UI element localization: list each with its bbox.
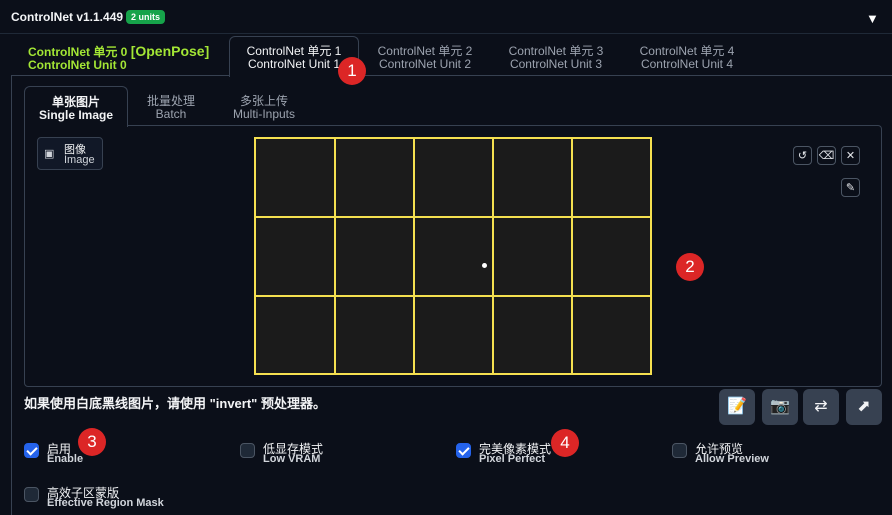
image-label-en: Image — [64, 154, 95, 166]
tab-unit-3-label-en: ControlNet Unit 3 — [509, 57, 603, 71]
units-badge: 2 units — [126, 10, 166, 24]
tab-batch-label-en: Batch — [155, 107, 187, 121]
marker-3: 3 — [78, 428, 106, 456]
low-vram-label-en: Low VRAM — [263, 453, 321, 465]
tab-unit-0[interactable]: ControlNet 单元 0 [OpenPose] ControlNet Un… — [16, 36, 222, 76]
enable-label-en: Enable — [47, 453, 84, 465]
tab-unit-2[interactable]: ControlNet 单元 2 ControlNet Unit 2 — [366, 36, 484, 76]
marker-1: 1 — [338, 57, 366, 85]
effective-region-mask-label-en: Effective Region Mask — [47, 497, 164, 509]
tab-unit-0-model: [OpenPose] — [130, 43, 210, 59]
enable-checkbox-box[interactable] — [24, 443, 39, 458]
accordion-title[interactable]: ControlNet v1.1.449 — [11, 10, 123, 24]
pixel-perfect-label-en: Pixel Perfect — [479, 453, 546, 465]
brush-button[interactable]: ✎ — [841, 178, 860, 197]
tab-unit-3[interactable]: ControlNet 单元 3 ControlNet Unit 3 — [497, 36, 615, 76]
camera-icon: 📷 — [770, 398, 790, 415]
low-vram-checkbox-box[interactable] — [240, 443, 255, 458]
pixel-perfect-checkbox-box[interactable] — [456, 443, 471, 458]
grid-line — [571, 139, 573, 373]
tab-single-image-label-en: Single Image — [38, 108, 114, 122]
marker-4: 4 — [551, 429, 579, 457]
erase-button[interactable]: ⌫ — [817, 146, 836, 165]
pose-keypoint — [482, 263, 487, 268]
triangle-down-icon[interactable]: ▼ — [866, 11, 879, 26]
effective-region-mask-checkbox-box[interactable] — [24, 487, 39, 502]
allow-preview-checkbox-box[interactable] — [672, 443, 687, 458]
image-label: ▣ 图像 Image — [37, 137, 103, 170]
tab-single-image[interactable]: 单张图片 Single Image — [24, 86, 128, 127]
grid-line — [256, 216, 650, 218]
tab-multi-inputs[interactable]: 多张上传 Multi-Inputs — [218, 86, 310, 126]
edit-icon: 📝 — [727, 398, 747, 415]
mirror-webcam-button[interactable]: ⇄ — [803, 389, 839, 425]
clear-image-button[interactable]: ✕ — [841, 146, 860, 165]
image-icon: ▣ — [44, 148, 55, 160]
tab-unit-2-label-en: ControlNet Unit 2 — [378, 57, 472, 71]
invert-hint: 如果使用白底黑线图片，请使用 "invert" 预处理器。 — [24, 396, 326, 411]
eraser-icon: ⌫ — [818, 150, 835, 162]
tab-unit-0-label: ControlNet 单元 0 — [28, 45, 128, 59]
send-dimensions-icon: ⬈ — [857, 398, 871, 415]
tab-unit-4-label-en: ControlNet Unit 4 — [640, 57, 734, 71]
brush-icon: ✎ — [845, 182, 856, 194]
header-divider — [0, 33, 892, 34]
undo-button[interactable]: ↺ — [793, 146, 812, 165]
marker-2: 2 — [676, 253, 704, 281]
tab-multi-inputs-label-en: Multi-Inputs — [232, 107, 296, 121]
tab-unit-4[interactable]: ControlNet 单元 4 ControlNet Unit 4 — [628, 36, 746, 76]
send-dimensions-button[interactable]: ⬈ — [846, 389, 882, 425]
grid-line — [334, 139, 336, 373]
tab-batch[interactable]: 批量处理 Batch — [136, 86, 206, 126]
webcam-button[interactable]: 📷 — [762, 389, 798, 425]
pose-canvas[interactable] — [254, 137, 652, 375]
edit-button[interactable]: 📝 — [719, 389, 755, 425]
grid-line — [413, 139, 415, 373]
close-icon: ✕ — [845, 150, 856, 162]
undo-icon: ↺ — [797, 150, 808, 162]
allow-preview-label-en: Allow Preview — [695, 453, 769, 465]
tab-unit-0-label-en: ControlNet Unit 0 — [28, 58, 127, 72]
swap-icon: ⇄ — [814, 398, 828, 415]
grid-line — [256, 295, 650, 297]
grid-line — [492, 139, 494, 373]
